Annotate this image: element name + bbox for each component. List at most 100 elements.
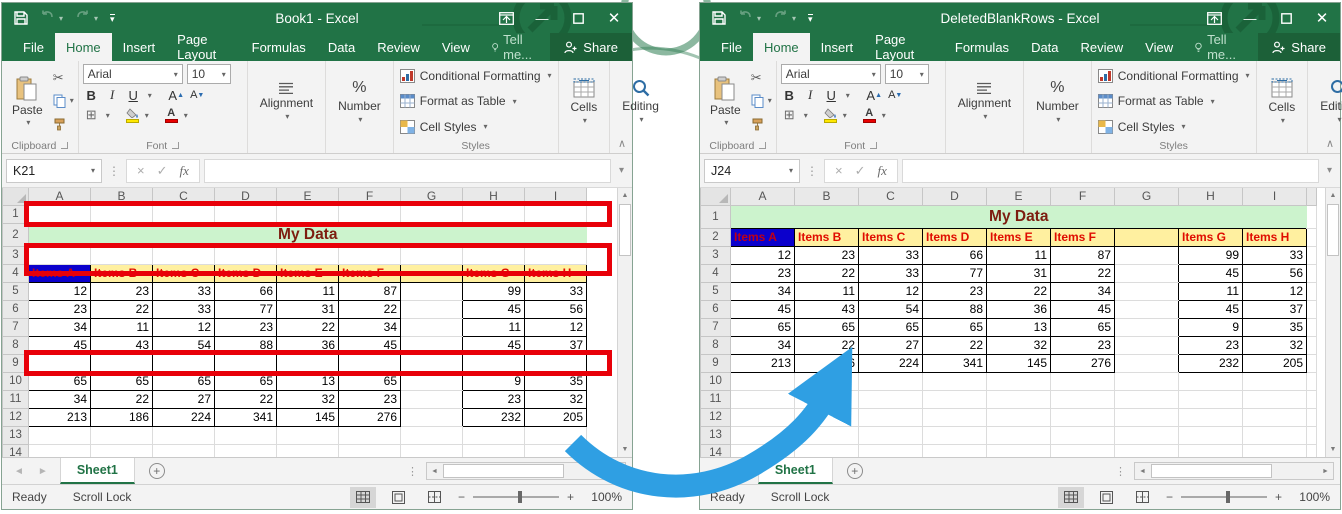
- cell[interactable]: [525, 426, 587, 444]
- cell[interactable]: [1243, 426, 1307, 444]
- cell[interactable]: [339, 205, 401, 223]
- cell-partial[interactable]: [1307, 444, 1317, 457]
- expand-formula-bar-icon[interactable]: ▾: [1323, 165, 1336, 176]
- zoom-slider[interactable]: [473, 496, 559, 498]
- cell[interactable]: [987, 408, 1051, 426]
- row-header-9[interactable]: 9: [701, 354, 731, 372]
- next-sheet-icon[interactable]: ►: [38, 466, 48, 477]
- cell[interactable]: 34: [731, 336, 795, 354]
- cell[interactable]: 54: [153, 336, 215, 354]
- cell-partial[interactable]: [1307, 318, 1317, 336]
- cell-styles-button[interactable]: Cell Styles▾: [1098, 116, 1250, 137]
- expand-formula-bar-icon[interactable]: ▾: [615, 165, 628, 176]
- cell[interactable]: 12: [153, 318, 215, 336]
- collapse-ribbon-icon[interactable]: ∧: [1326, 137, 1334, 150]
- row-header-13[interactable]: 13: [3, 426, 29, 444]
- cell[interactable]: [277, 354, 339, 372]
- ribbon-display-options-icon[interactable]: [488, 3, 524, 33]
- row-header-3[interactable]: 3: [3, 246, 29, 264]
- cell[interactable]: 11: [277, 282, 339, 300]
- row-header-5[interactable]: 5: [701, 282, 731, 300]
- cell[interactable]: 186: [91, 408, 153, 426]
- paste-button[interactable]: Paste▾: [6, 64, 49, 138]
- row-header-8[interactable]: 8: [701, 336, 731, 354]
- cell[interactable]: 341: [923, 354, 987, 372]
- cell[interactable]: [215, 246, 277, 264]
- cell[interactable]: [795, 444, 859, 457]
- cell[interactable]: [1179, 408, 1243, 426]
- cell[interactable]: 45: [1179, 264, 1243, 282]
- cell[interactable]: 36: [987, 300, 1051, 318]
- cell[interactable]: [153, 354, 215, 372]
- column-header-E[interactable]: E: [277, 188, 339, 205]
- row-header-12[interactable]: 12: [701, 408, 731, 426]
- tell-me-box[interactable]: Tell me...: [1184, 33, 1258, 61]
- cell[interactable]: 12: [1243, 282, 1307, 300]
- header-cell[interactable]: Items D: [215, 264, 277, 282]
- column-header-H[interactable]: H: [463, 188, 525, 205]
- page-break-view-icon[interactable]: [422, 487, 448, 508]
- cell[interactable]: [91, 444, 153, 457]
- cancel-icon[interactable]: ×: [835, 163, 843, 178]
- cell[interactable]: 66: [215, 282, 277, 300]
- cell[interactable]: [1051, 444, 1115, 457]
- column-header-E[interactable]: E: [987, 188, 1051, 205]
- cell-partial[interactable]: [1307, 300, 1317, 318]
- cell[interactable]: 22: [91, 300, 153, 318]
- cell[interactable]: [1179, 372, 1243, 390]
- cell[interactable]: 22: [91, 390, 153, 408]
- cell[interactable]: 34: [1051, 282, 1115, 300]
- conditional-formatting-button[interactable]: Conditional Formatting▾: [1098, 65, 1250, 86]
- cell[interactable]: 33: [859, 264, 923, 282]
- cell[interactable]: 9: [463, 372, 525, 390]
- cell[interactable]: [401, 426, 463, 444]
- cell[interactable]: 65: [859, 318, 923, 336]
- column-header-F[interactable]: F: [1051, 188, 1115, 205]
- cell[interactable]: [1243, 444, 1307, 457]
- cell[interactable]: [525, 354, 587, 372]
- share-button[interactable]: Share: [1258, 33, 1340, 61]
- cell[interactable]: [29, 205, 91, 223]
- cell[interactable]: 22: [987, 282, 1051, 300]
- number-format-button[interactable]: % Number▾: [330, 64, 389, 138]
- cell[interactable]: 65: [731, 318, 795, 336]
- sheet-title-cell[interactable]: My Data: [29, 223, 587, 246]
- cell[interactable]: 12: [859, 282, 923, 300]
- cell[interactable]: [731, 372, 795, 390]
- underline-button[interactable]: U: [125, 86, 142, 104]
- prev-sheet-icon[interactable]: ◄: [14, 466, 24, 477]
- cell[interactable]: 45: [29, 336, 91, 354]
- cell[interactable]: 88: [923, 300, 987, 318]
- zoom-out-icon[interactable]: −: [458, 490, 465, 504]
- row-header-2[interactable]: 2: [3, 223, 29, 246]
- cell[interactable]: [215, 426, 277, 444]
- cell[interactable]: 22: [277, 318, 339, 336]
- cell[interactable]: 13: [277, 372, 339, 390]
- zoom-out-icon[interactable]: −: [1166, 490, 1173, 504]
- tab-home[interactable]: Home: [753, 33, 810, 61]
- cell-partial[interactable]: [1307, 372, 1317, 390]
- row-header-1[interactable]: 1: [701, 205, 731, 228]
- cell-partial[interactable]: [1307, 354, 1317, 372]
- cell[interactable]: 23: [463, 390, 525, 408]
- cell[interactable]: [1243, 408, 1307, 426]
- cell[interactable]: 77: [923, 264, 987, 282]
- header-cell[interactable]: Items A: [29, 264, 91, 282]
- header-cell[interactable]: [401, 264, 463, 282]
- cell[interactable]: [215, 354, 277, 372]
- tab-view[interactable]: View: [1134, 33, 1184, 61]
- cell[interactable]: 65: [29, 372, 91, 390]
- ribbon-display-options-icon[interactable]: [1196, 3, 1232, 33]
- select-all-corner[interactable]: [701, 188, 731, 205]
- editing-button[interactable]: Editing▾: [1312, 64, 1342, 138]
- row-header-8[interactable]: 8: [3, 336, 29, 354]
- sheet-tab-sheet1[interactable]: Sheet1: [60, 458, 135, 484]
- cell[interactable]: [91, 354, 153, 372]
- name-box[interactable]: J24▾: [704, 159, 800, 183]
- horizontal-scroll-thumb[interactable]: [443, 464, 564, 478]
- formula-input[interactable]: [204, 159, 611, 183]
- cell[interactable]: [401, 318, 463, 336]
- new-sheet-button[interactable]: +: [149, 458, 165, 484]
- cell[interactable]: [525, 246, 587, 264]
- header-cell[interactable]: Items E: [987, 228, 1051, 246]
